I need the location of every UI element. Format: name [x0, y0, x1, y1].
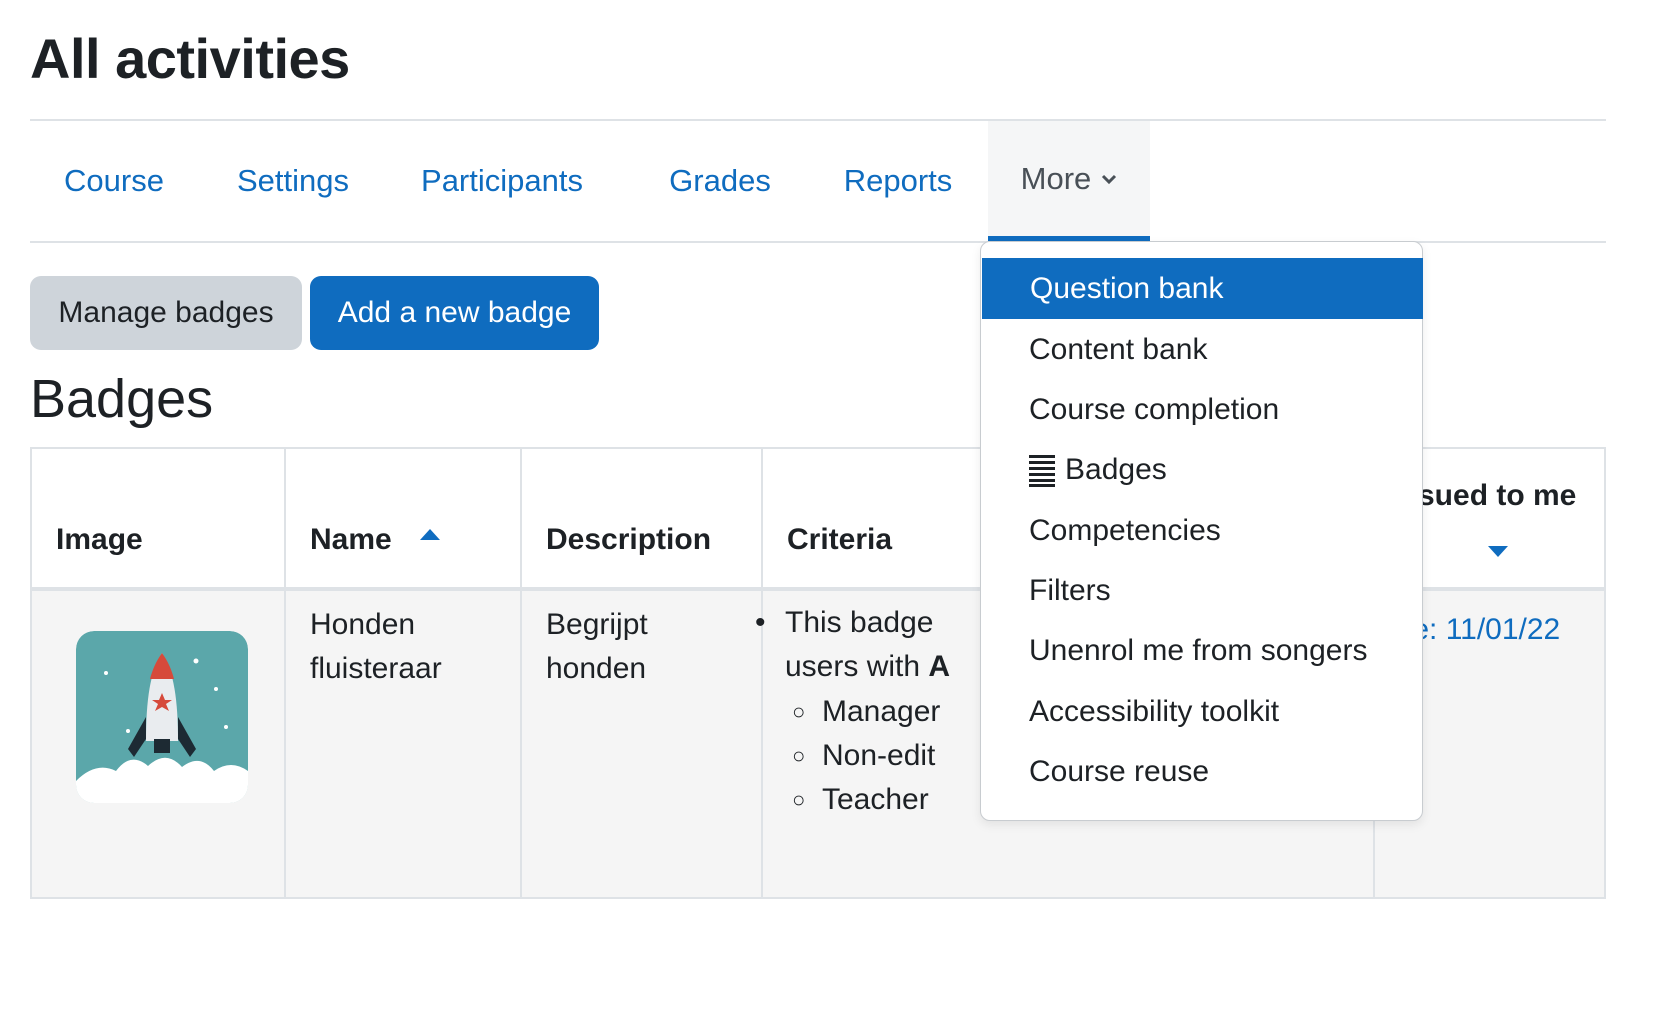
menu-item-badges[interactable]: Badges — [981, 439, 1422, 500]
criteria-text1: This badge — [785, 606, 934, 639]
nav-item-reports[interactable]: Reports — [808, 121, 988, 241]
col-header-issued[interactable]: sued to me — [1418, 479, 1576, 513]
criteria-text2: users with — [785, 650, 921, 683]
criteria-role-item: ○ Non-edit — [792, 734, 936, 778]
add-badge-button[interactable]: Add a new badge — [310, 276, 599, 350]
menu-item-accessibility-toolkit[interactable]: Accessibility toolkit — [981, 681, 1422, 742]
criteria-line2: users with A — [785, 645, 950, 689]
bullet-icon: • — [755, 606, 766, 639]
col-header-criteria: Criteria — [787, 523, 893, 556]
sort-descending-icon[interactable] — [1488, 546, 1508, 557]
badge-description-line1: Begrijpt — [546, 608, 648, 641]
col-header-image: Image — [56, 523, 143, 556]
menu-item-unenrol[interactable]: Unenrol me from songers — [981, 620, 1422, 681]
more-dropdown-menu: Question bank Content bank Course comple… — [980, 241, 1423, 821]
page-title: All activities — [30, 27, 350, 90]
circle-bullet-icon: ○ — [792, 699, 806, 724]
nav-more-label: More — [1020, 160, 1092, 196]
nav-item-participants[interactable]: Participants — [388, 121, 616, 241]
badge-image — [76, 631, 248, 803]
page: All activities Course Settings Participa… — [0, 0, 1660, 1026]
sort-ascending-icon[interactable] — [420, 529, 440, 540]
col-header-name[interactable]: Name — [310, 523, 392, 557]
nav-item-course[interactable]: Course — [34, 121, 194, 241]
criteria-role: Teacher — [822, 783, 929, 816]
badge-name-line2: fluisteraar — [310, 652, 442, 685]
nav-item-settings[interactable]: Settings — [212, 121, 374, 241]
menu-item-filters[interactable]: Filters — [981, 560, 1422, 621]
nav-item-more[interactable]: More — [988, 121, 1150, 241]
nav-item-grades[interactable]: Grades — [632, 121, 808, 241]
criteria-role: Non-edit — [822, 739, 936, 772]
chevron-down-icon — [1102, 174, 1117, 184]
menu-item-content-bank[interactable]: Content bank — [981, 319, 1422, 380]
badge-issued-date-link[interactable]: te: 11/01/22 — [1404, 613, 1560, 647]
rocket-icon — [76, 631, 248, 803]
badge-name-line1: Honden — [310, 608, 416, 641]
badge-description-line2: honden — [546, 652, 647, 685]
section-heading: Badges — [30, 369, 214, 429]
criteria-bold: A — [928, 650, 951, 683]
menu-item-course-reuse[interactable]: Course reuse — [981, 741, 1422, 802]
list-icon — [1029, 454, 1055, 487]
manage-badges-button[interactable]: Manage badges — [30, 276, 302, 350]
criteria-role-item: ○ Teacher — [792, 778, 929, 822]
criteria-role: Manager — [822, 695, 941, 728]
circle-bullet-icon: ○ — [792, 787, 806, 812]
menu-item-course-completion[interactable]: Course completion — [981, 379, 1422, 440]
criteria-line1: • This badge — [755, 601, 934, 645]
menu-item-competencies[interactable]: Competencies — [981, 500, 1422, 561]
col-header-description: Description — [546, 523, 712, 556]
menu-item-badges-label: Badges — [1065, 452, 1167, 486]
menu-item-question-bank[interactable]: Question bank — [982, 258, 1423, 319]
circle-bullet-icon: ○ — [792, 743, 806, 768]
criteria-role-item: ○ Manager — [792, 690, 941, 734]
